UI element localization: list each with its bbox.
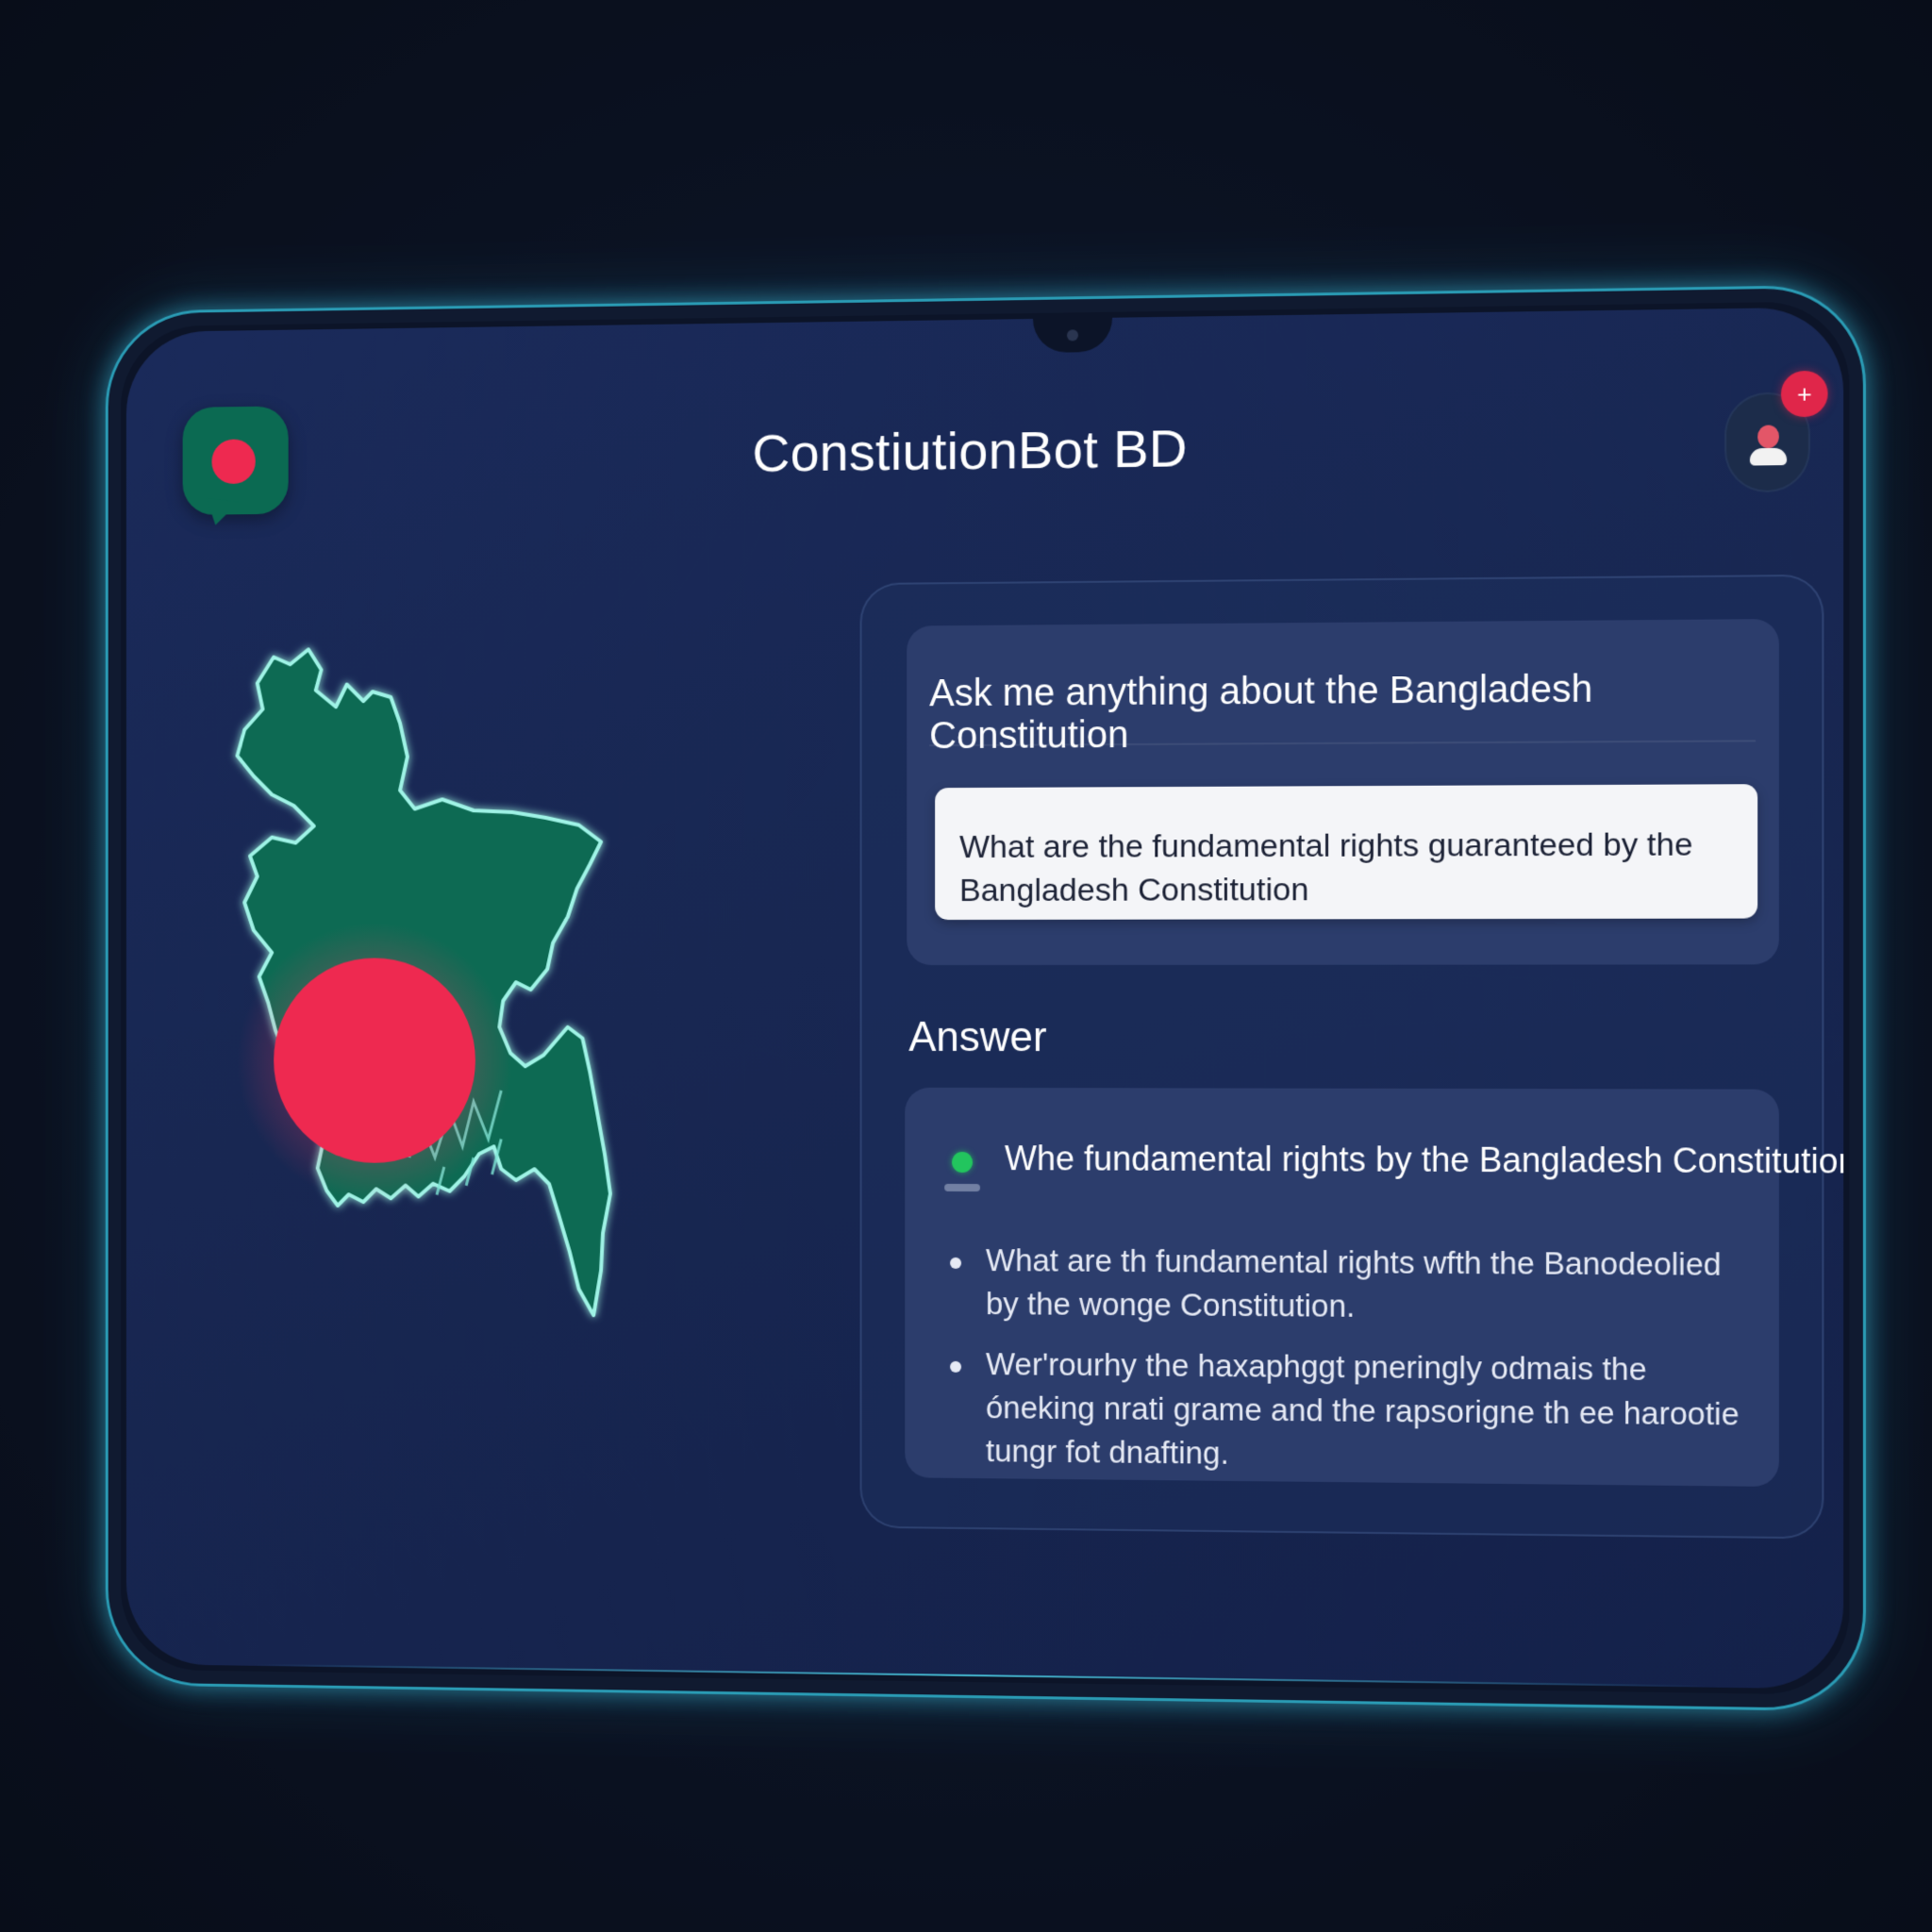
bangladesh-map-icon	[226, 632, 798, 1441]
app-screen: ConstiutionBot BD + Ask me anything abou…	[125, 307, 1844, 1690]
bot-avatar-icon	[944, 1183, 980, 1192]
bullet-text: Wer'rourhy the haxaphggt pneringly odmai…	[985, 1346, 1740, 1471]
question-input[interactable]: What are the fundamental rights guarante…	[935, 784, 1758, 921]
app-title: ConstiutionBot BD	[752, 418, 1188, 483]
bullet-text: What are th fundamental rights wfth the …	[985, 1242, 1722, 1324]
answer-card: Whe fundamental rights by the Bangladesh…	[905, 1087, 1844, 1487]
user-avatar-icon	[1757, 425, 1779, 449]
question-input-value: What are the fundamental rights guarante…	[959, 826, 1693, 909]
ask-card: Ask me anything about the Bangladesh Con…	[907, 619, 1779, 966]
bullet-icon	[950, 1257, 962, 1269]
answer-lead-text: Whe fundamental rights by the Bangladesh…	[1004, 1139, 1844, 1181]
camera-notch	[1032, 317, 1113, 354]
bullet-icon	[950, 1360, 962, 1373]
user-avatar-body	[1749, 447, 1788, 466]
answer-lead: Whe fundamental rights by the Bangladesh…	[937, 1137, 1844, 1197]
online-status-icon	[952, 1151, 973, 1174]
chat-panel: Ask me anything about the Bangladesh Con…	[859, 574, 1844, 1540]
list-item: What are th fundamental rights wfth the …	[939, 1239, 1750, 1331]
chat-bubble-tail	[203, 497, 240, 528]
flag-red-disc	[274, 958, 475, 1164]
tablet-frame: ConstiutionBot BD + Ask me anything abou…	[105, 284, 1866, 1712]
list-item: Wer'rourhy the haxaphggt pneringly odmai…	[939, 1342, 1750, 1481]
answer-bullet-list: What are th fundamental rights wfth the …	[939, 1239, 1750, 1498]
camera-icon	[1066, 329, 1078, 341]
bottom-edge-glow	[253, 1663, 1707, 1690]
answer-heading: Answer	[908, 1013, 1047, 1061]
